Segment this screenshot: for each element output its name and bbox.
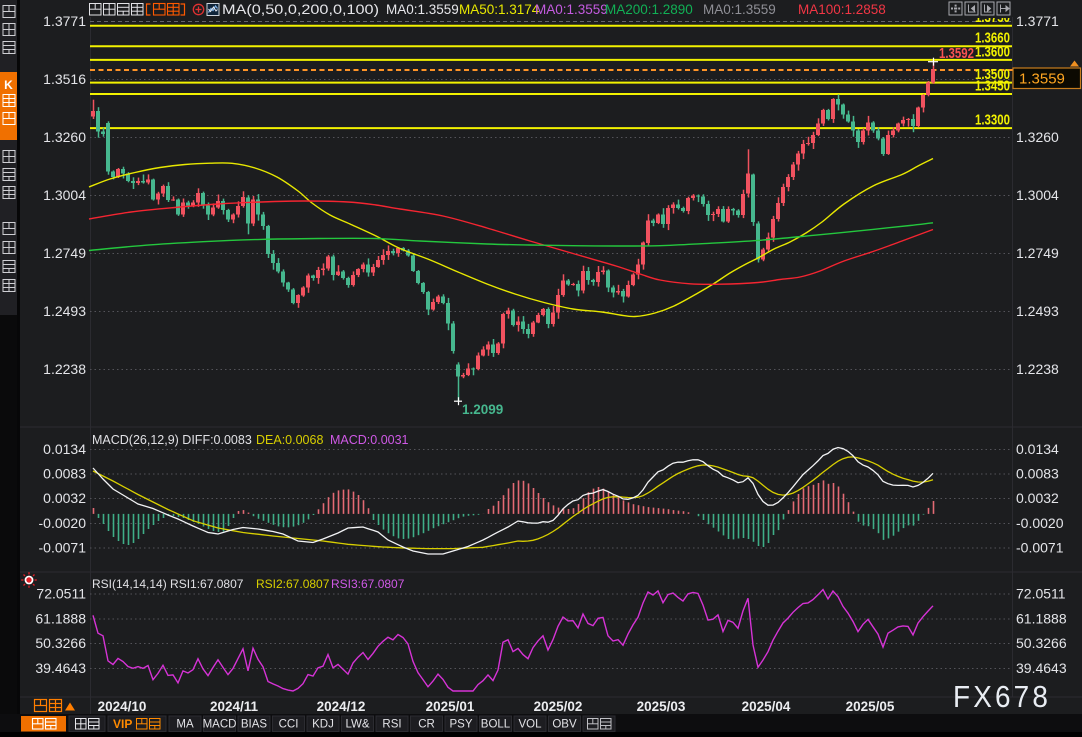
svg-text:0.0134: 0.0134 <box>43 441 86 457</box>
svg-text:MA200:1.2890: MA200:1.2890 <box>605 2 693 17</box>
svg-text:MA0:1.3559: MA0:1.3559 <box>703 2 776 17</box>
svg-text:BOLL: BOLL <box>481 719 511 731</box>
svg-text:CCI: CCI <box>279 719 299 731</box>
svg-text:MA(0,50,0,200,0,100): MA(0,50,0,200,0,100) <box>222 2 379 17</box>
svg-text:1.3450: 1.3450 <box>975 78 1010 94</box>
svg-text:K: K <box>4 78 13 92</box>
svg-text:39.4643: 39.4643 <box>35 660 86 676</box>
svg-text:1.3771: 1.3771 <box>1016 13 1059 29</box>
svg-text:1.2749: 1.2749 <box>1016 245 1059 261</box>
svg-text:MA100:1.2858: MA100:1.2858 <box>798 2 886 17</box>
svg-text:1.3260: 1.3260 <box>43 129 86 145</box>
svg-text:39.4643: 39.4643 <box>1016 660 1067 676</box>
svg-text:MA50:1.3174: MA50:1.3174 <box>459 2 540 17</box>
svg-text:-0.0071: -0.0071 <box>1016 540 1064 556</box>
svg-text:MA0:1.3559: MA0:1.3559 <box>386 2 459 17</box>
svg-text:2024/11: 2024/11 <box>210 699 259 714</box>
svg-text:1.2493: 1.2493 <box>43 303 86 319</box>
svg-text:0.0032: 0.0032 <box>1016 490 1059 506</box>
svg-text:0.0083: 0.0083 <box>1016 466 1059 482</box>
svg-text:2025/04: 2025/04 <box>742 699 791 714</box>
svg-text:RSI3:67.0807: RSI3:67.0807 <box>331 577 405 591</box>
svg-text:-0.0020: -0.0020 <box>1016 515 1064 531</box>
svg-text:MACD:0.0031: MACD:0.0031 <box>330 433 409 447</box>
svg-text:0.0083: 0.0083 <box>43 466 86 482</box>
svg-text:FX678: FX678 <box>953 679 1051 714</box>
svg-text:MA0:1.3559: MA0:1.3559 <box>535 2 608 17</box>
svg-text:2025/03: 2025/03 <box>637 699 686 714</box>
svg-text:MACD(26,12,9) DIFF:0.0083: MACD(26,12,9) DIFF:0.0083 <box>92 433 252 447</box>
svg-text:MA: MA <box>176 719 194 731</box>
svg-text:1.2493: 1.2493 <box>1016 303 1059 319</box>
svg-text:72.0511: 72.0511 <box>36 586 86 602</box>
svg-text:LW&: LW& <box>345 719 369 731</box>
svg-text:1.3559: 1.3559 <box>1019 71 1065 88</box>
svg-text:-0.0071: -0.0071 <box>39 540 87 556</box>
svg-text:RSI: RSI <box>382 719 401 731</box>
svg-text:1.2099: 1.2099 <box>462 402 503 417</box>
svg-text:2024/10: 2024/10 <box>98 699 147 714</box>
svg-text:1.3516: 1.3516 <box>43 71 86 87</box>
svg-text:DEA:0.0068: DEA:0.0068 <box>256 433 323 447</box>
svg-text:0.0032: 0.0032 <box>43 490 86 506</box>
svg-text:PSY: PSY <box>449 719 472 731</box>
svg-text:50.3266: 50.3266 <box>35 635 86 651</box>
svg-text:RSI2:67.0807: RSI2:67.0807 <box>256 577 330 591</box>
svg-text:VIP: VIP <box>113 717 132 731</box>
svg-text:VOL: VOL <box>518 719 542 731</box>
svg-text:50.3266: 50.3266 <box>1016 635 1067 651</box>
svg-text:1.3004: 1.3004 <box>1016 187 1059 203</box>
svg-text:2025/02: 2025/02 <box>534 699 583 714</box>
svg-text:61.1888: 61.1888 <box>1016 611 1067 627</box>
svg-text:1.2238: 1.2238 <box>43 361 86 377</box>
svg-text:2025/01: 2025/01 <box>426 699 475 714</box>
svg-text:-0.0020: -0.0020 <box>39 515 87 531</box>
svg-text:61.1888: 61.1888 <box>35 611 86 627</box>
svg-text:CR: CR <box>418 719 435 731</box>
svg-text:2025/05: 2025/05 <box>846 699 895 714</box>
svg-text:OBV: OBV <box>552 719 577 731</box>
svg-text:1.3260: 1.3260 <box>1016 129 1059 145</box>
svg-text:RSI(14,14,14) RSI1:67.0807: RSI(14,14,14) RSI1:67.0807 <box>92 577 244 591</box>
svg-text:1.2749: 1.2749 <box>43 245 86 261</box>
svg-text:KDJ: KDJ <box>312 719 334 731</box>
svg-text:1.3300: 1.3300 <box>975 113 1010 129</box>
svg-text:MACD: MACD <box>203 719 237 731</box>
svg-text:1.2238: 1.2238 <box>1016 361 1059 377</box>
svg-text:72.0511: 72.0511 <box>1016 586 1066 602</box>
svg-text:1.3600: 1.3600 <box>975 44 1010 60</box>
svg-text:2024/12: 2024/12 <box>317 699 366 714</box>
svg-text:0.0134: 0.0134 <box>1016 441 1059 457</box>
svg-text:1.3592: 1.3592 <box>939 46 974 62</box>
svg-text:1.3004: 1.3004 <box>43 187 86 203</box>
svg-text:1.3771: 1.3771 <box>43 13 86 29</box>
svg-text:BIAS: BIAS <box>241 719 268 731</box>
